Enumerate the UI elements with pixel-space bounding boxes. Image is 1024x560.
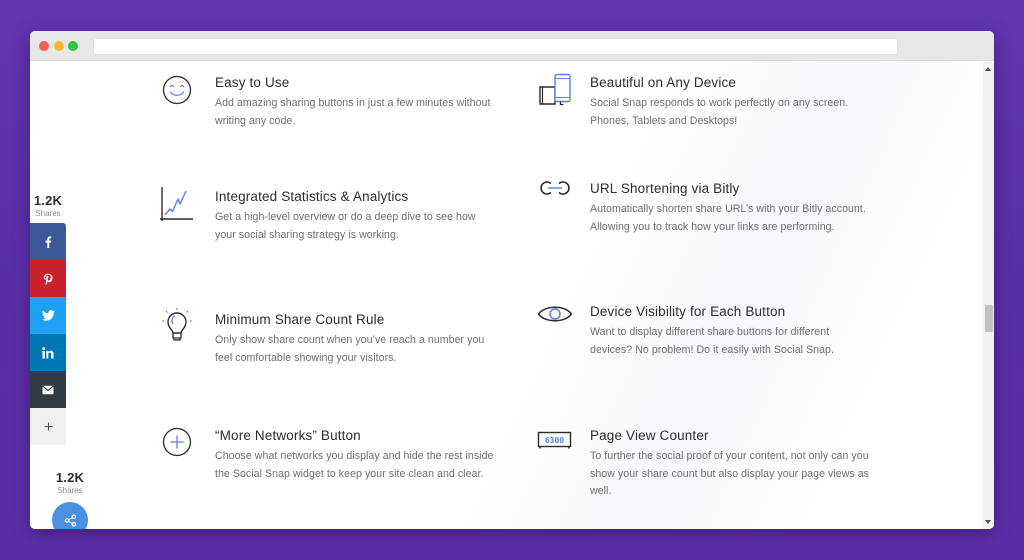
counter-display-icon: 6300 (537, 431, 572, 449)
feature-description: Add amazing sharing buttons in just a fe… (215, 97, 491, 127)
floating-share-widget: 1.2K Shares (48, 470, 92, 529)
feature-title: Easy to Use (215, 75, 290, 90)
share-count-label: Shares (35, 209, 61, 218)
feature-title: URL Shortening via Bitly (590, 181, 740, 196)
maximize-window-button[interactable] (68, 41, 78, 51)
browser-titlebar (30, 31, 994, 61)
lightbulb-icon (162, 308, 192, 341)
share-icon (64, 513, 76, 527)
feature-description: Want to display different share buttons … (590, 326, 834, 356)
smiley-icon (162, 75, 192, 105)
page-content: 1.2K Shares 1.2K Shares Easy to Use Add … (30, 62, 983, 529)
link-icon (540, 181, 570, 195)
plus-circle-icon (162, 427, 192, 457)
chart-icon (160, 187, 193, 221)
share-sidebar (30, 223, 66, 445)
pinterest-icon (43, 273, 53, 285)
eye-icon (537, 306, 573, 322)
feature-description: Only show share count when you’ve reach … (215, 334, 485, 364)
feature-title: “More Networks” Button (215, 428, 361, 443)
share-count: 1.2K (33, 193, 63, 208)
feature-title: Device Visibility for Each Button (590, 304, 786, 319)
floating-share-button[interactable] (52, 502, 88, 529)
linkedin-icon (42, 346, 54, 358)
twitter-icon (41, 310, 55, 321)
share-pinterest-button[interactable] (30, 260, 66, 297)
share-linkedin-button[interactable] (30, 334, 66, 371)
feature-description: Choose what networks you display and hid… (215, 450, 494, 480)
feature-title: Integrated Statistics & Analytics (215, 189, 409, 204)
share-twitter-button[interactable] (30, 297, 66, 334)
floating-share-count: 1.2K (55, 470, 85, 485)
feature-title: Beautiful on Any Device (590, 75, 737, 90)
feature-description: Get a high-level overview or do a deep d… (215, 211, 476, 241)
address-bar[interactable] (93, 38, 898, 55)
share-facebook-button[interactable] (30, 223, 66, 260)
feature-title: Minimum Share Count Rule (215, 312, 385, 327)
facebook-icon (45, 236, 52, 248)
scroll-down-arrow-icon[interactable] (985, 520, 991, 524)
feature-description: To further the social proof of your cont… (590, 450, 870, 498)
envelope-icon (42, 385, 54, 394)
browser-window: 1.2K Shares 1.2K Shares Easy to Use Add … (30, 31, 994, 529)
share-email-button[interactable] (30, 371, 66, 408)
floating-share-label: Shares (57, 486, 83, 495)
vertical-scrollbar[interactable] (983, 62, 994, 529)
close-window-button[interactable] (39, 41, 49, 51)
share-total: 1.2K Shares (30, 193, 66, 218)
feature-description: Social Snap responds to work perfectly o… (590, 97, 849, 127)
scrollbar-thumb[interactable] (985, 305, 993, 332)
feature-description: Automatically shorten share URL’s with y… (590, 203, 866, 233)
plus-icon (44, 422, 52, 431)
minimize-window-button[interactable] (54, 41, 64, 51)
share-more-button[interactable] (30, 408, 66, 445)
scroll-up-arrow-icon[interactable] (985, 67, 991, 71)
feature-title: Page View Counter (590, 428, 709, 443)
counter-value: 6300 (545, 436, 564, 445)
devices-icon (539, 73, 571, 106)
